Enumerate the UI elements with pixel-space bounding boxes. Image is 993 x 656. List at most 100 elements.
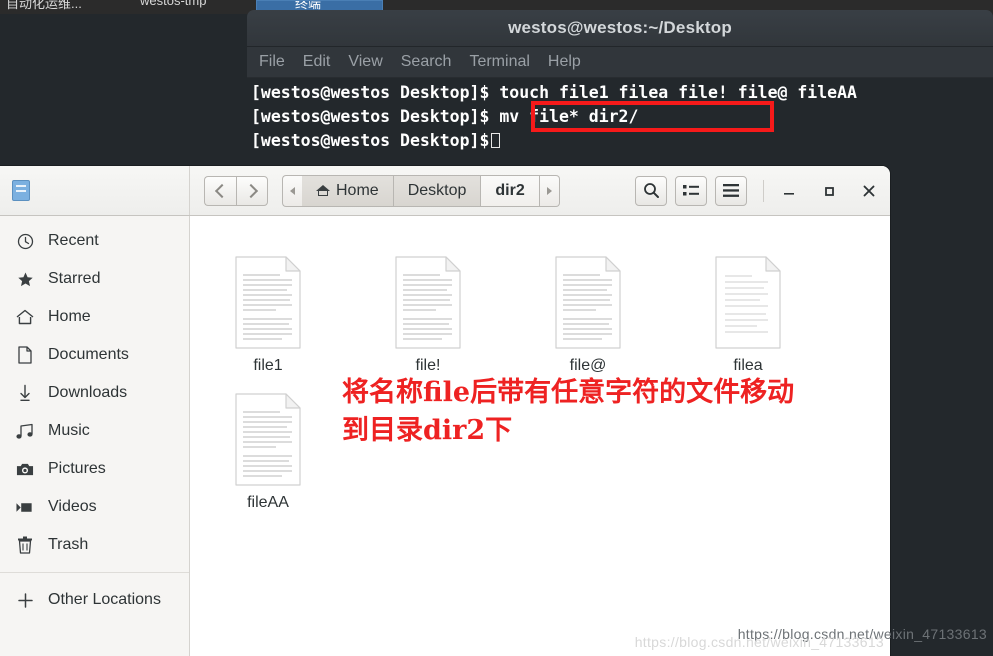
annotation-line-1: 将名称file后带有任意字符的文件移动	[342, 377, 795, 408]
file-label: file!	[415, 357, 441, 374]
sidebar-item-label: Starred	[48, 270, 101, 287]
sidebar-item-recent[interactable]: Recent	[0, 222, 189, 260]
forward-button[interactable]	[236, 175, 268, 206]
terminal-prompt: [westos@westos Desktop]$	[251, 107, 490, 126]
terminal-menubar: File Edit View Search Terminal Help	[247, 47, 993, 78]
sidebar-item-label: Recent	[48, 232, 99, 249]
file-manager-header-left	[0, 166, 190, 215]
chevron-left-icon	[290, 186, 295, 195]
sidebar-item-label: Downloads	[48, 384, 128, 401]
breadcrumb-item-label: Home	[336, 181, 379, 199]
document-file-icon	[712, 256, 784, 349]
terminal-window: westos@westos:~/Desktop File Edit View S…	[247, 10, 993, 160]
plus-icon	[16, 591, 34, 609]
breadcrumb-item-label: dir2	[495, 181, 525, 199]
sidebar-item-videos[interactable]: Videos	[0, 488, 189, 526]
terminal-line: [westos@westos Desktop]$ mv file* dir2/	[251, 105, 993, 129]
sidebar-item-home[interactable]: Home	[0, 298, 189, 336]
grid-view-icon	[683, 184, 699, 195]
breadcrumb-item-home[interactable]: Home	[302, 174, 394, 207]
terminal-cursor	[491, 133, 501, 148]
watermark-light: https://blog.csdn.net/weixin_47133613	[634, 634, 884, 650]
terminal-menu-terminal[interactable]: Terminal	[469, 53, 529, 71]
breadcrumb-item-dir2[interactable]: dir2	[481, 174, 540, 207]
window-controls	[763, 179, 880, 202]
sidebar-item-downloads[interactable]: Downloads	[0, 374, 189, 412]
forward-icon	[243, 183, 258, 198]
terminal-titlebar[interactable]: westos@westos:~/Desktop	[247, 10, 993, 47]
terminal-menu-view[interactable]: View	[348, 53, 382, 71]
breadcrumb-scroll-left-button[interactable]	[282, 174, 302, 207]
terminal-menu-search[interactable]: Search	[401, 53, 452, 71]
sidebar-item-other-locations[interactable]: Other Locations	[0, 581, 189, 619]
breadcrumb-item-label: Desktop	[407, 181, 467, 199]
sidebar-item-trash[interactable]: Trash	[0, 526, 189, 564]
file-label: filea	[733, 357, 763, 374]
background-label-mid: westos-tmp	[140, 0, 207, 8]
download-icon	[16, 384, 34, 402]
view-toggle-button[interactable]	[675, 175, 707, 206]
terminal-menu-edit[interactable]: Edit	[303, 53, 331, 71]
sidebar: Recent Starred Home Documents Downloads …	[0, 216, 190, 656]
sidebar-item-label: Music	[48, 422, 90, 439]
navigation-buttons	[204, 175, 268, 206]
document-file-icon	[552, 256, 624, 349]
annotation-line-2: 到目录dir2下	[342, 415, 513, 446]
sidebar-item-starred[interactable]: Starred	[0, 260, 189, 298]
terminal-output-area[interactable]: [westos@westos Desktop]$ touch file1 fil…	[247, 78, 993, 160]
sidebar-item-label: Trash	[48, 536, 89, 553]
file-listing-area[interactable]: file1 file! file@ filea fileAA 将名称file后带…	[190, 216, 890, 656]
camera-icon	[16, 460, 34, 478]
back-icon	[214, 183, 230, 198]
sidebar-item-label: Other Locations	[48, 591, 161, 608]
back-button[interactable]	[204, 175, 236, 206]
minimize-icon	[784, 192, 794, 195]
sidebar-item-label: Pictures	[48, 460, 106, 477]
terminal-title: westos@westos:~/Desktop	[508, 18, 732, 37]
minimize-button[interactable]	[778, 180, 800, 202]
file-manager-header: Home Desktop dir2	[0, 166, 890, 216]
document-icon	[16, 346, 34, 364]
places-icon[interactable]	[12, 180, 30, 201]
terminal-line: [westos@westos Desktop]$	[251, 129, 993, 153]
terminal-command: touch file1 filea file! file@ fileAA	[489, 83, 857, 102]
sidebar-item-label: Home	[48, 308, 91, 325]
sidebar-item-pictures[interactable]: Pictures	[0, 450, 189, 488]
maximize-icon	[825, 186, 834, 196]
close-button[interactable]	[858, 180, 880, 202]
terminal-menu-help[interactable]: Help	[548, 53, 581, 71]
search-icon	[643, 183, 659, 198]
file-item[interactable]: filea	[688, 256, 808, 375]
terminal-prompt: [westos@westos Desktop]$	[251, 83, 490, 102]
terminal-menu-file[interactable]: File	[259, 53, 285, 71]
annotation-text: 将名称file后带有任意字符的文件移动 到目录dir2下	[342, 374, 794, 450]
breadcrumb-scroll-right-button[interactable]	[539, 174, 560, 207]
file-item[interactable]: file!	[368, 256, 488, 375]
clock-icon	[16, 232, 34, 250]
background-label-left: 自动化运维...	[6, 0, 82, 11]
file-item[interactable]: file1	[208, 256, 328, 375]
hamburger-menu-icon	[723, 184, 739, 197]
trash-icon	[16, 536, 34, 554]
sidebar-item-documents[interactable]: Documents	[0, 336, 189, 374]
sidebar-item-label: Videos	[48, 498, 97, 515]
star-icon	[16, 270, 34, 288]
sidebar-item-music[interactable]: Music	[0, 412, 189, 450]
file-item[interactable]: file@	[528, 256, 648, 375]
document-file-icon	[392, 256, 464, 349]
search-button[interactable]	[635, 175, 667, 206]
music-icon	[16, 422, 34, 440]
file-label: file@	[569, 357, 607, 374]
file-manager-window: Home Desktop dir2 Recent Starred Home Do…	[0, 166, 890, 656]
breadcrumb-item-desktop[interactable]: Desktop	[393, 174, 482, 207]
main-menu-button[interactable]	[715, 175, 747, 206]
maximize-button[interactable]	[818, 180, 840, 202]
file-manager-body: Recent Starred Home Documents Downloads …	[0, 216, 890, 656]
terminal-prompt: [westos@westos Desktop]$	[251, 131, 490, 150]
document-file-icon	[232, 393, 304, 486]
file-item[interactable]: fileAA	[208, 393, 328, 512]
home-icon	[316, 184, 330, 197]
file-label: file1	[253, 357, 283, 374]
video-icon	[16, 498, 34, 516]
sidebar-item-label: Documents	[48, 346, 129, 363]
